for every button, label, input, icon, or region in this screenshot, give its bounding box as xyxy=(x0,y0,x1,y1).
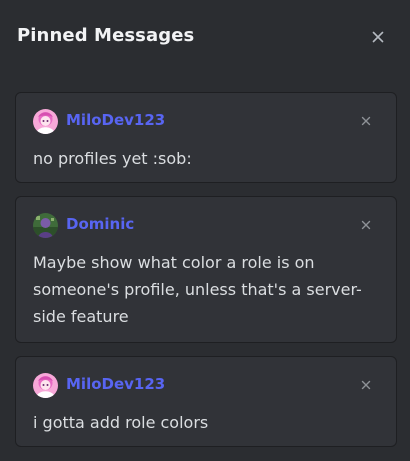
close-icon[interactable] xyxy=(359,378,373,392)
panel-title: Pinned Messages xyxy=(17,25,195,46)
close-icon[interactable] xyxy=(359,218,373,232)
pinned-messages-panel: Pinned Messages MiloDev123 no profiles y… xyxy=(0,0,410,461)
close-icon[interactable] xyxy=(359,114,373,128)
message-content: no profiles yet :sob: xyxy=(33,149,192,168)
pinned-message[interactable]: MiloDev123 no profiles yet :sob: xyxy=(15,92,397,183)
pinned-header: Pinned Messages xyxy=(0,0,410,76)
author-name[interactable]: MiloDev123 xyxy=(66,111,165,129)
message-content: i gotta add role colors xyxy=(33,413,209,432)
author-name[interactable]: MiloDev123 xyxy=(66,375,165,393)
avatar[interactable] xyxy=(33,373,58,398)
pinned-message[interactable]: MiloDev123 i gotta add role colors xyxy=(15,356,397,447)
pinned-message[interactable]: Dominic Maybe show what color a role is … xyxy=(15,196,397,343)
avatar[interactable] xyxy=(33,109,58,134)
message-content: Maybe show what color a role is on someo… xyxy=(33,253,362,326)
author-name[interactable]: Dominic xyxy=(66,215,134,233)
avatar[interactable] xyxy=(33,213,58,238)
close-icon[interactable] xyxy=(369,28,387,46)
